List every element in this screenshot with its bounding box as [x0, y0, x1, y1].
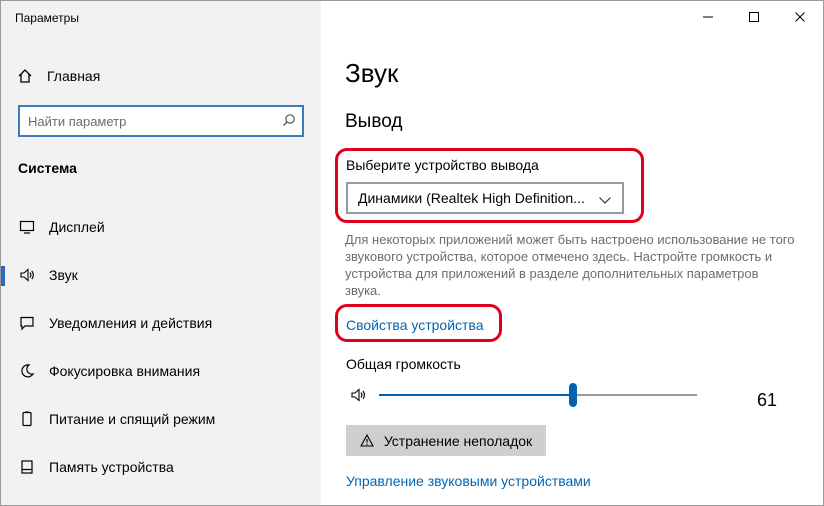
sidebar-item-label: Звук	[49, 267, 78, 283]
display-icon	[17, 219, 37, 235]
search-icon[interactable]	[282, 113, 296, 132]
sidebar-item-label: Главная	[47, 68, 101, 84]
sidebar-item-power[interactable]: Питание и спящий режим	[1, 399, 321, 439]
warning-icon	[359, 434, 374, 447]
volume-label: Общая громкость	[346, 356, 461, 372]
sidebar-item-storage[interactable]: Память устройства	[1, 447, 321, 487]
sidebar-item-label: Питание и спящий режим	[49, 411, 216, 427]
volume-value: 61	[757, 390, 778, 410]
volume-slider[interactable]	[379, 383, 697, 407]
sidebar-item-label: Фокусировка внимания	[49, 363, 201, 379]
sidebar-item-display[interactable]: Дисплей	[1, 207, 321, 247]
highlight-annotation-device	[335, 148, 644, 223]
search-box[interactable]	[18, 105, 304, 137]
sidebar-item-home[interactable]: Главная	[17, 65, 100, 87]
sidebar-item-label: Память устройства	[49, 459, 174, 475]
notifications-icon	[17, 315, 37, 331]
volume-slider-thumb[interactable]	[569, 383, 577, 407]
troubleshoot-label: Устранение неполадок	[383, 432, 533, 449]
moon-icon	[17, 363, 37, 379]
speaker-icon	[17, 267, 37, 283]
speaker-icon[interactable]	[350, 387, 370, 408]
description-text: Для некоторых приложений может быть наст…	[345, 232, 795, 298]
manage-sound-devices-link[interactable]: Управление звуковыми устройствами	[346, 473, 591, 489]
settings-window: Параметры Главная Система Дисплей Звук	[0, 0, 824, 506]
window-title: Параметры	[15, 11, 79, 25]
power-icon	[17, 411, 37, 427]
troubleshoot-button[interactable]: Устранение неполадок	[346, 425, 546, 456]
main-content: Звук Вывод Выберите устройство вывода Ди…	[321, 1, 823, 505]
storage-icon	[17, 459, 37, 475]
sidebar-item-label: Уведомления и действия	[49, 315, 213, 331]
output-heading: Вывод	[345, 111, 403, 132]
page-title: Звук	[345, 58, 399, 88]
sidebar-section-title: Система	[18, 160, 77, 176]
sidebar: Параметры Главная Система Дисплей Звук	[1, 1, 321, 505]
home-icon	[18, 69, 32, 83]
sidebar-item-label: Дисплей	[49, 219, 105, 235]
volume-slider-fill	[379, 394, 573, 396]
highlight-annotation-properties	[335, 304, 502, 342]
sidebar-item-sound[interactable]: Звук	[1, 255, 321, 295]
search-input[interactable]	[28, 112, 268, 130]
sidebar-item-focus-assist[interactable]: Фокусировка внимания	[1, 351, 321, 391]
sidebar-item-notifications[interactable]: Уведомления и действия	[1, 303, 321, 343]
